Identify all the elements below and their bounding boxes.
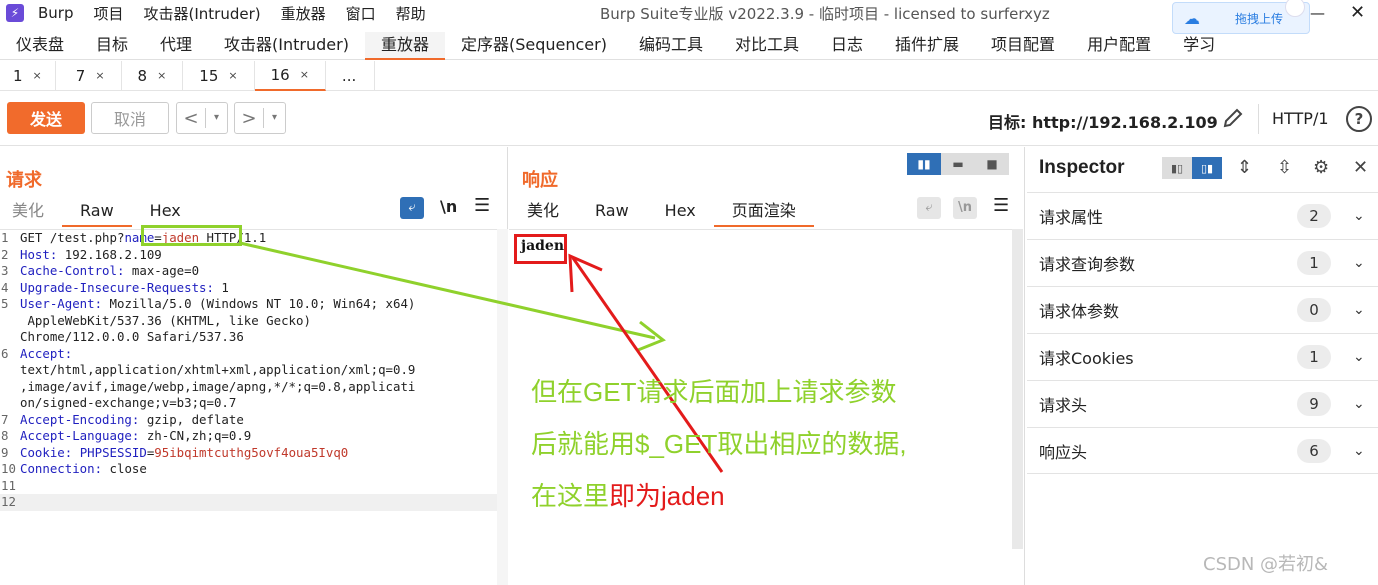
watermark: CSDN @若初& [1203, 554, 1329, 575]
annotation-line-1: 但在GET请求后面加上请求参数 [531, 377, 897, 407]
annotation-text: 但在GET请求后面加上请求参数 后就能用$_GET取出相应的数据, 在这里即为j… [531, 366, 907, 522]
annotation-line-3-highlight: 即为jaden [609, 481, 725, 511]
annotation-line-2: 后就能用$_GET取出相应的数据, [531, 429, 907, 459]
annotation-line-3-prefix: 在这里 [531, 481, 610, 511]
annotation-line-3: 在这里即为jaden [531, 470, 907, 522]
green-arrow-line [239, 241, 656, 340]
